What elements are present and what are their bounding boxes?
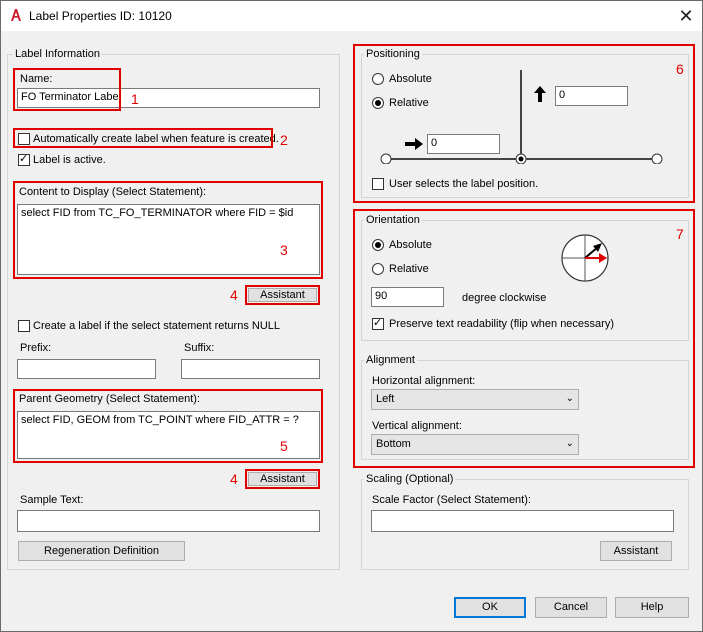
- suffix-field[interactable]: [181, 359, 320, 379]
- callout-number-5: 5: [280, 438, 288, 454]
- window-title: Label Properties ID: 10120: [29, 9, 172, 23]
- suffix-label: Suffix:: [184, 342, 215, 354]
- prefix-label: Prefix:: [20, 342, 52, 354]
- prefix-field[interactable]: [17, 359, 156, 379]
- scale-factor-label: Scale Factor (Select Statement):: [372, 494, 531, 506]
- right-arrow-icon: [405, 138, 423, 150]
- callout-number-6: 6: [676, 61, 684, 77]
- orientation-relative-radio[interactable]: [372, 263, 384, 275]
- preserve-readability-label: Preserve text readability (flip when nec…: [389, 318, 614, 330]
- chevron-down-icon: ⌄: [565, 438, 574, 449]
- cancel-button[interactable]: Cancel: [535, 597, 607, 618]
- orientation-absolute-label: Absolute: [389, 239, 432, 251]
- label-active-label: Label is active.: [33, 154, 106, 166]
- callout-number-4a: 4: [230, 287, 238, 303]
- autocad-app-icon: [11, 9, 21, 21]
- degree-clockwise-label: degree clockwise: [462, 292, 547, 304]
- orientation-title: Orientation: [364, 214, 422, 226]
- scale-factor-field[interactable]: [371, 510, 674, 532]
- scaling-assistant-button[interactable]: Assistant: [600, 541, 672, 561]
- content-assistant-button[interactable]: Assistant: [248, 288, 317, 302]
- close-icon[interactable]: ✕: [674, 4, 698, 28]
- content-display-label: Content to Display (Select Statement):: [19, 186, 207, 198]
- callout-number-3: 3: [280, 242, 288, 258]
- vertical-alignment-value: Bottom: [376, 438, 411, 450]
- callout-number-7: 7: [676, 226, 684, 242]
- label-information-title: Label Information: [13, 48, 102, 60]
- ok-button[interactable]: OK: [454, 597, 526, 618]
- parent-geometry-label: Parent Geometry (Select Statement):: [19, 393, 200, 405]
- content-select-textarea[interactable]: select FID from TC_FO_TERMINATOR where F…: [17, 204, 320, 275]
- create-null-checkbox[interactable]: [18, 320, 30, 332]
- callout-number-4b: 4: [230, 471, 238, 487]
- degree-field[interactable]: 90: [371, 287, 444, 307]
- orientation-relative-label: Relative: [389, 263, 429, 275]
- callout-number-1: 1: [131, 91, 139, 107]
- parent-geometry-textarea[interactable]: select FID, GEOM from TC_POINT where FID…: [17, 411, 320, 459]
- user-selects-position-label: User selects the label position.: [389, 178, 539, 190]
- compass-dial-icon: [561, 234, 609, 282]
- chevron-down-icon: ⌄: [565, 393, 574, 404]
- callout-box-2: [13, 128, 273, 148]
- callout-number-2: 2: [280, 132, 288, 148]
- callout-box-1: [13, 68, 121, 111]
- scaling-title: Scaling (Optional): [364, 473, 456, 485]
- sample-text-label: Sample Text:: [20, 494, 84, 506]
- create-null-label: Create a label if the select statement r…: [33, 320, 281, 332]
- vertical-alignment-dropdown[interactable]: Bottom ⌄: [371, 434, 579, 455]
- orientation-absolute-radio[interactable]: [372, 239, 384, 251]
- help-button[interactable]: Help: [615, 597, 689, 618]
- preserve-readability-checkbox[interactable]: [372, 316, 384, 330]
- position-x-field[interactable]: 0: [427, 134, 500, 154]
- alignment-title: Alignment: [364, 354, 417, 366]
- horizontal-alignment-value: Left: [376, 393, 395, 405]
- sample-text-field[interactable]: [17, 510, 320, 532]
- vertical-alignment-label: Vertical alignment:: [372, 420, 462, 432]
- horizontal-alignment-label: Horizontal alignment:: [372, 375, 476, 387]
- position-y-field[interactable]: 0: [555, 86, 628, 106]
- regeneration-definition-button[interactable]: Regeneration Definition: [18, 541, 185, 561]
- title-bar[interactable]: Label Properties ID: 10120 ✕: [1, 1, 702, 31]
- label-active-checkbox[interactable]: [18, 152, 30, 166]
- horizontal-alignment-dropdown[interactable]: Left ⌄: [371, 389, 579, 410]
- positioning-title: Positioning: [364, 48, 422, 60]
- user-selects-position-checkbox[interactable]: [372, 178, 384, 190]
- parent-assistant-button[interactable]: Assistant: [248, 472, 317, 486]
- up-arrow-icon: [534, 86, 546, 102]
